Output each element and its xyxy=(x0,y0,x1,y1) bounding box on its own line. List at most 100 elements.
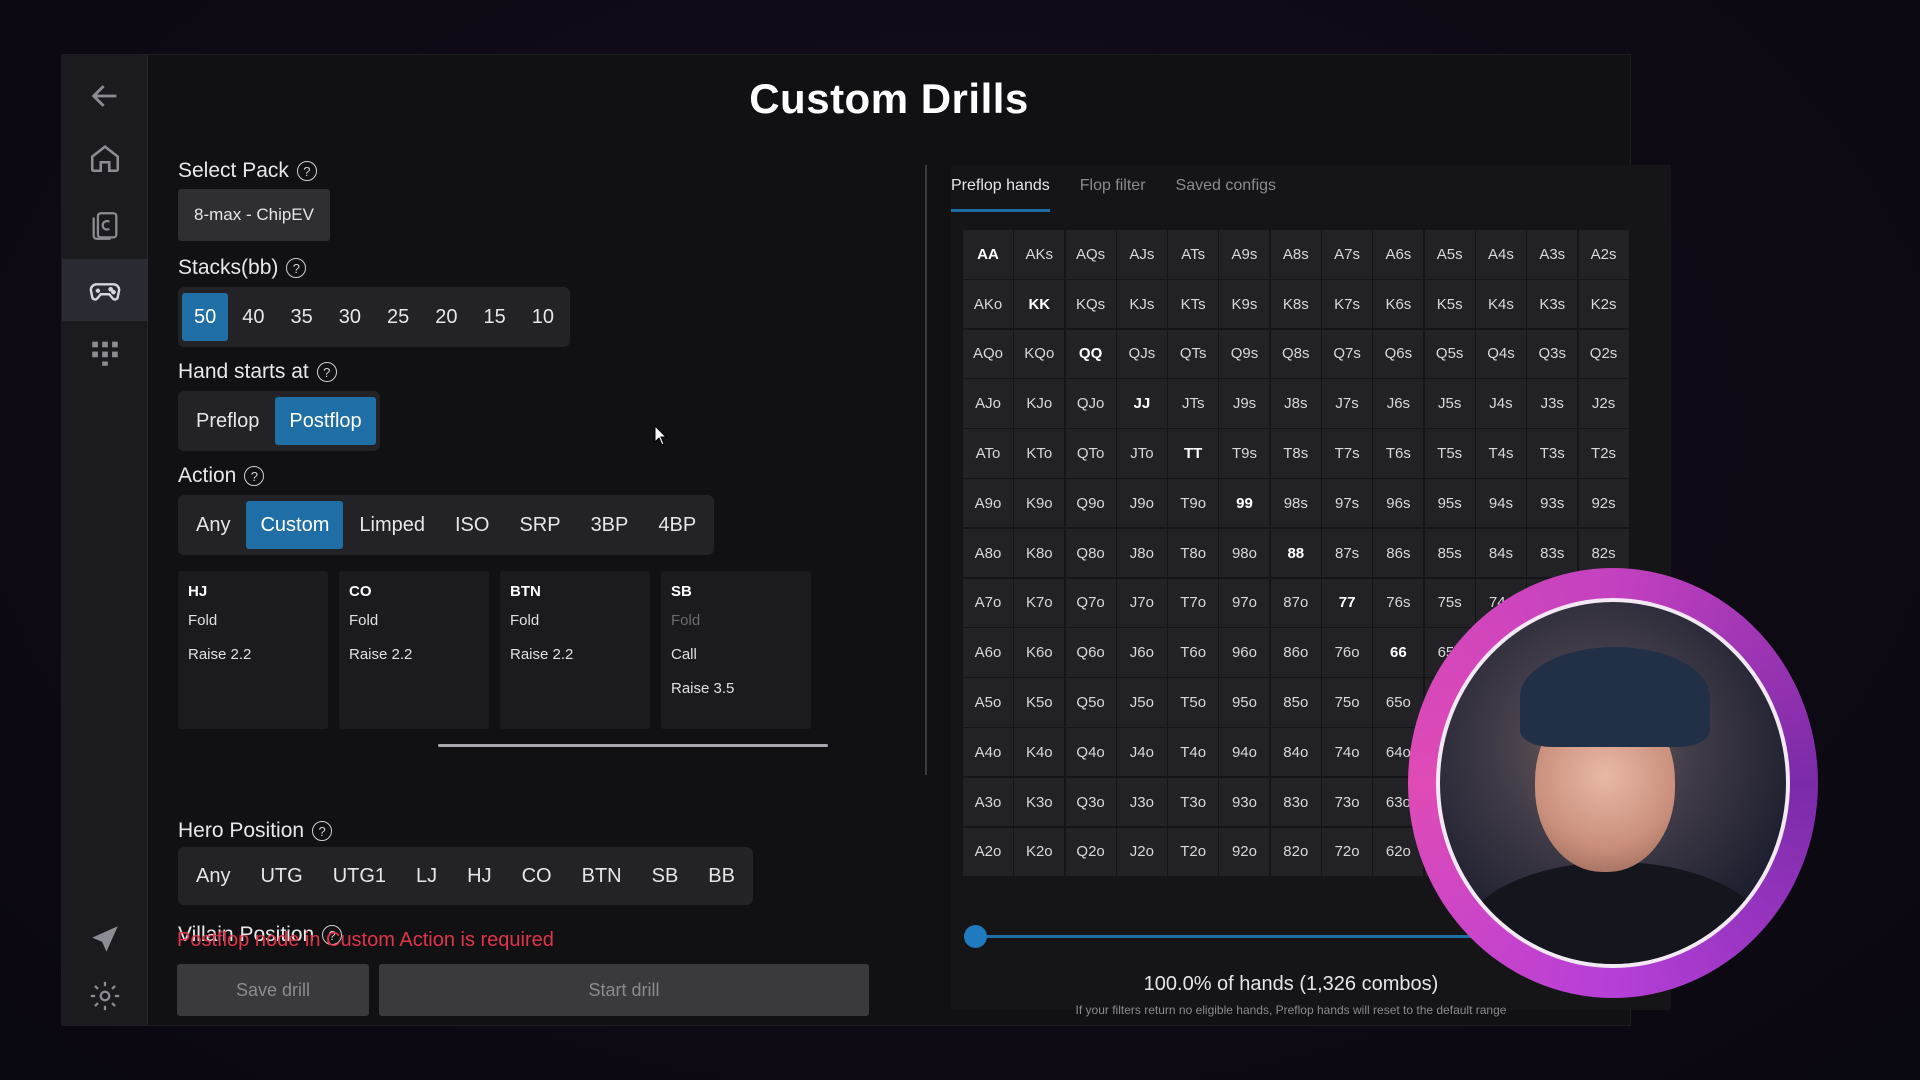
action-option-raise[interactable]: Raise 3.5 xyxy=(671,680,801,697)
action-option-fold[interactable]: Fold xyxy=(188,612,318,629)
hand-cell[interactable]: K2s xyxy=(1578,279,1629,329)
hand-cell[interactable]: J7s xyxy=(1322,379,1373,428)
hand-cell[interactable]: J6s xyxy=(1373,379,1424,428)
hand-cell[interactable]: Q8s xyxy=(1270,329,1321,379)
hand-cell[interactable]: Q2s xyxy=(1578,329,1629,379)
hand-starts-postflop[interactable]: Postflop xyxy=(275,397,376,445)
stack-option-20[interactable]: 20 xyxy=(423,293,469,341)
hand-cell[interactable]: T8o xyxy=(1168,528,1219,578)
range-slider-handle[interactable] xyxy=(964,925,987,948)
hand-cell[interactable]: A4s xyxy=(1475,230,1526,279)
stack-option-35[interactable]: 35 xyxy=(279,293,325,341)
hand-cell[interactable]: 98o xyxy=(1219,528,1270,578)
hand-cell[interactable]: AKs xyxy=(1014,230,1065,279)
hand-cell[interactable]: T3s xyxy=(1527,429,1578,478)
hand-cell[interactable]: 94s xyxy=(1475,478,1526,528)
hand-cell[interactable]: 73o xyxy=(1322,777,1373,827)
hand-cell[interactable]: J9o xyxy=(1116,478,1167,528)
hand-cell[interactable]: A7s xyxy=(1322,230,1373,279)
hand-cell[interactable]: K9o xyxy=(1014,478,1065,528)
hand-cell[interactable]: K5o xyxy=(1014,678,1065,727)
start-drill-button[interactable]: Start drill xyxy=(379,964,869,1016)
action-option-call[interactable]: Call xyxy=(671,646,801,663)
hand-cell[interactable]: Q8o xyxy=(1065,528,1116,578)
hand-cell[interactable]: T9s xyxy=(1219,429,1270,478)
cards-icon[interactable] xyxy=(62,195,148,257)
hand-cell[interactable]: A2s xyxy=(1578,230,1629,279)
hand-cell[interactable]: T5o xyxy=(1168,678,1219,727)
action-any[interactable]: Any xyxy=(182,501,244,549)
hand-cell[interactable]: ATs xyxy=(1168,230,1219,279)
hand-cell[interactable]: K7s xyxy=(1322,279,1373,329)
hand-cell[interactable]: 72o xyxy=(1322,827,1373,877)
hand-cell[interactable]: J2o xyxy=(1116,827,1167,877)
hand-cell[interactable]: 74o xyxy=(1322,727,1373,777)
save-drill-button[interactable]: Save drill xyxy=(177,964,369,1016)
hand-cell[interactable]: AKo xyxy=(963,279,1013,329)
hand-cell[interactable]: KQo xyxy=(1014,329,1065,379)
stack-option-15[interactable]: 15 xyxy=(472,293,518,341)
hand-cell[interactable]: JJ xyxy=(1116,379,1167,428)
hand-cell[interactable]: J3s xyxy=(1527,379,1578,428)
hand-cell[interactable]: J6o xyxy=(1116,628,1167,677)
hero-lj[interactable]: LJ xyxy=(402,852,451,900)
hand-cell[interactable]: Q9s xyxy=(1219,329,1270,379)
hand-cell[interactable]: J5s xyxy=(1424,379,1475,428)
hand-cell[interactable]: 84o xyxy=(1270,727,1321,777)
hand-cell[interactable]: AJo xyxy=(963,379,1013,428)
stack-option-40[interactable]: 40 xyxy=(230,293,276,341)
hand-cell[interactable]: 77 xyxy=(1322,578,1373,628)
stack-option-25[interactable]: 25 xyxy=(375,293,421,341)
hand-cell[interactable]: AJs xyxy=(1116,230,1167,279)
hand-cell[interactable]: J8s xyxy=(1270,379,1321,428)
help-icon[interactable]: ? xyxy=(244,466,265,486)
action-option-raise[interactable]: Raise 2.2 xyxy=(349,646,479,663)
hand-cell[interactable]: Q4s xyxy=(1475,329,1526,379)
hero-bb[interactable]: BB xyxy=(694,852,749,900)
hand-cell[interactable]: A8s xyxy=(1270,230,1321,279)
hero-utg1[interactable]: UTG1 xyxy=(319,852,400,900)
hand-cell[interactable]: K4s xyxy=(1475,279,1526,329)
action-srp[interactable]: SRP xyxy=(505,501,574,549)
hand-cell[interactable]: A9o xyxy=(963,478,1013,528)
hand-cell[interactable]: T7o xyxy=(1168,578,1219,628)
back-arrow-icon[interactable] xyxy=(62,65,148,127)
hand-cell[interactable]: K4o xyxy=(1014,727,1065,777)
hand-cell[interactable]: AQo xyxy=(963,329,1013,379)
hand-cell[interactable]: AQs xyxy=(1065,230,1116,279)
hand-cell[interactable]: T2o xyxy=(1168,827,1219,877)
hand-cell[interactable]: 92s xyxy=(1578,478,1629,528)
hand-cell[interactable]: QJo xyxy=(1065,379,1116,428)
hand-cell[interactable]: T7s xyxy=(1322,429,1373,478)
home-icon[interactable] xyxy=(62,127,148,189)
hand-cell[interactable]: Q2o xyxy=(1065,827,1116,877)
hand-cell[interactable]: 88 xyxy=(1270,528,1321,578)
horizontal-scrollbar[interactable] xyxy=(438,744,828,747)
action-custom[interactable]: Custom xyxy=(246,501,344,549)
hand-cell[interactable]: T4o xyxy=(1168,727,1219,777)
hand-cell[interactable]: T5s xyxy=(1424,429,1475,478)
hero-sb[interactable]: SB xyxy=(638,852,693,900)
hand-cell[interactable]: K6s xyxy=(1373,279,1424,329)
action-option-fold[interactable]: Fold xyxy=(349,612,479,629)
hand-cell[interactable]: J9s xyxy=(1219,379,1270,428)
hand-cell[interactable]: J4o xyxy=(1116,727,1167,777)
hand-cell[interactable]: KJs xyxy=(1116,279,1167,329)
hero-co[interactable]: CO xyxy=(508,852,566,900)
hand-cell[interactable]: J2s xyxy=(1578,379,1629,428)
hand-cell[interactable]: Q3o xyxy=(1065,777,1116,827)
hand-cell[interactable]: 86o xyxy=(1270,628,1321,677)
hand-cell[interactable]: K3s xyxy=(1527,279,1578,329)
hand-cell[interactable]: 97o xyxy=(1219,578,1270,628)
hero-any[interactable]: Any xyxy=(182,852,244,900)
grid-icon[interactable] xyxy=(62,322,148,384)
hero-hj[interactable]: HJ xyxy=(453,852,505,900)
hand-cell[interactable]: 97s xyxy=(1322,478,1373,528)
hand-cell[interactable]: 94o xyxy=(1219,727,1270,777)
action-3bp[interactable]: 3BP xyxy=(577,501,643,549)
hand-cell[interactable]: K6o xyxy=(1014,628,1065,677)
action-4bp[interactable]: 4BP xyxy=(644,501,710,549)
hand-cell[interactable]: 93o xyxy=(1219,777,1270,827)
stack-option-50[interactable]: 50 xyxy=(182,293,229,341)
hand-cell[interactable]: J7o xyxy=(1116,578,1167,628)
